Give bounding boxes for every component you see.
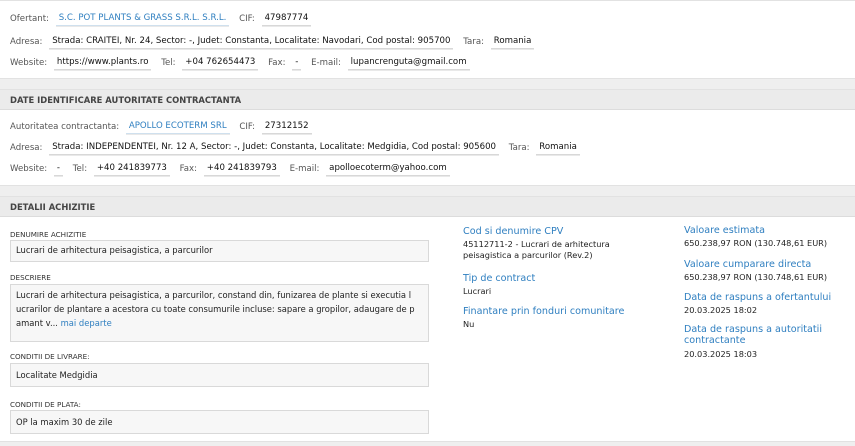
ofertant-adresa-value: Strada: CRAITEI, Nr. 24, Sector: -, Jude… [49,35,454,49]
ofertant-website-label: Website: [10,58,48,68]
raspuns-ofertant-value: 20.03.2025 18:02 [684,305,758,315]
autoritate-website-value: - [53,162,63,176]
autoritate-label: Autoritatea contractanta: [10,122,120,132]
autoritate-tel-label: Tel: [72,164,88,174]
valoare-directa-value: 650.238,97 RON (130.748,61 EUR) [684,272,828,282]
autoritate-tara-label: Tara: [508,143,530,153]
ofertant-email-label: E-mail: [311,58,341,68]
autoritate-tara-value: Romania [536,141,580,155]
autoritate-fax-label: Fax: [179,164,198,174]
ofertant-cif-label: CIF: [239,14,255,24]
ofertant-address-row: Adresa: Strada: CRAITEI, Nr. 24, Sector:… [10,35,541,49]
finantare-title: Finantare prin fonduri comunitare [463,306,625,317]
ofertant-panel: Ofertant: S.C. POT PLANTS & GRASS S.R.L.… [0,0,855,79]
finantare-value: Nu [463,319,475,329]
cpv-title: Cod si denumire CPV [463,226,564,237]
ofertant-tara-label: Tara: [463,37,485,47]
autoritate-panel: DATE IDENTIFICARE AUTORITATE CONTRACTANT… [0,89,855,186]
livrare-label: CONDITII DE LIVRARE: [10,352,90,361]
ofertant-row: Ofertant: S.C. POT PLANTS & GRASS S.R.L.… [10,12,318,26]
autoritate-email-value: apolloecoterm@yahoo.com [326,162,450,176]
autoritate-contact-row: Website: - Tel: +40 241839773 Fax: +40 2… [10,162,457,176]
mai-departe-link[interactable]: mai departe [61,318,112,328]
descriere-field: Lucrari de arhitectura peisagistica, a p… [10,284,429,342]
denumire-label: DENUMIRE ACHIZITIE [10,230,87,239]
autoritate-cif-label: CIF: [239,122,256,132]
raspuns-autoritate-title: Data de raspuns a autoritatii contractan… [684,324,822,346]
cpv-value: 45112711-2 - Lucrari de arhitectura peis… [463,239,610,260]
livrare-field: Localitate Medgidia [10,363,429,387]
raspuns-ofertant-title: Data de raspuns a ofertantului [684,292,832,303]
ofertant-tara-value: Romania [490,35,535,49]
plata-field: OP la maxim 30 de zile [10,410,429,434]
ofertant-fax-value: - [292,56,302,70]
ofertant-contact-row: Website: https://www.plants.ro Tel: +04 … [10,56,477,70]
denumire-field: Lucrari de arhitectura peisagistica, a p… [10,240,429,262]
autoritate-website-label: Website: [10,164,48,174]
tip-contract-value: Lucrari [463,286,492,296]
autoritate-adresa-value: Strada: INDEPENDENTEI, Nr. 12 A, Sector:… [49,141,500,155]
valoare-estimata-title: Valoare estimata [684,225,765,236]
ofertant-email-value: lupancrenguta@gmail.com [347,56,470,70]
ofertant-adresa-label: Adresa: [10,37,43,47]
ofertant-tel-value: +04 762654473 [182,56,259,70]
descriere-label: DESCRIERE [10,273,51,282]
achizitie-panel: DETALII ACHIZITIE DENUMIRE ACHIZITIE Luc… [0,196,855,442]
autoritate-adresa-label: Adresa: [10,143,43,153]
ofertant-tel-label: Tel: [161,58,176,68]
autoritate-fax-value: +40 241839793 [203,162,280,176]
autoritate-cif-value: 27312152 [261,120,312,134]
tip-contract-title: Tip de contract [463,273,536,284]
autoritate-email-label: E-mail: [289,164,320,174]
ofertant-label: Ofertant: [10,14,49,24]
ofertant-fax-label: Fax: [268,58,286,68]
autoritate-tel-value: +40 241839773 [93,162,170,176]
ofertant-cif-value: 47987774 [261,12,312,26]
autoritate-link[interactable]: APOLLO ECOTERM SRL [125,120,230,134]
raspuns-autoritate-value: 20.03.2025 18:03 [684,349,758,359]
plata-label: CONDITII DE PLATA: [10,400,81,409]
autoritate-address-row: Adresa: Strada: INDEPENDENTEI, Nr. 12 A,… [10,141,587,155]
valoare-estimata-value: 650.238,97 RON (130.748,61 EUR) [684,238,828,248]
achizitie-header: DETALII ACHIZITIE [0,197,855,217]
ofertant-link[interactable]: S.C. POT PLANTS & GRASS S.R.L. S.R.L. [55,12,230,26]
ofertant-website-value: https://www.plants.ro [53,56,152,70]
valoare-directa-title: Valoare cumparare directa [684,259,812,270]
autoritate-row: Autoritatea contractanta: APOLLO ECOTERM… [10,120,319,134]
autoritate-header: DATE IDENTIFICARE AUTORITATE CONTRACTANT… [0,90,855,110]
